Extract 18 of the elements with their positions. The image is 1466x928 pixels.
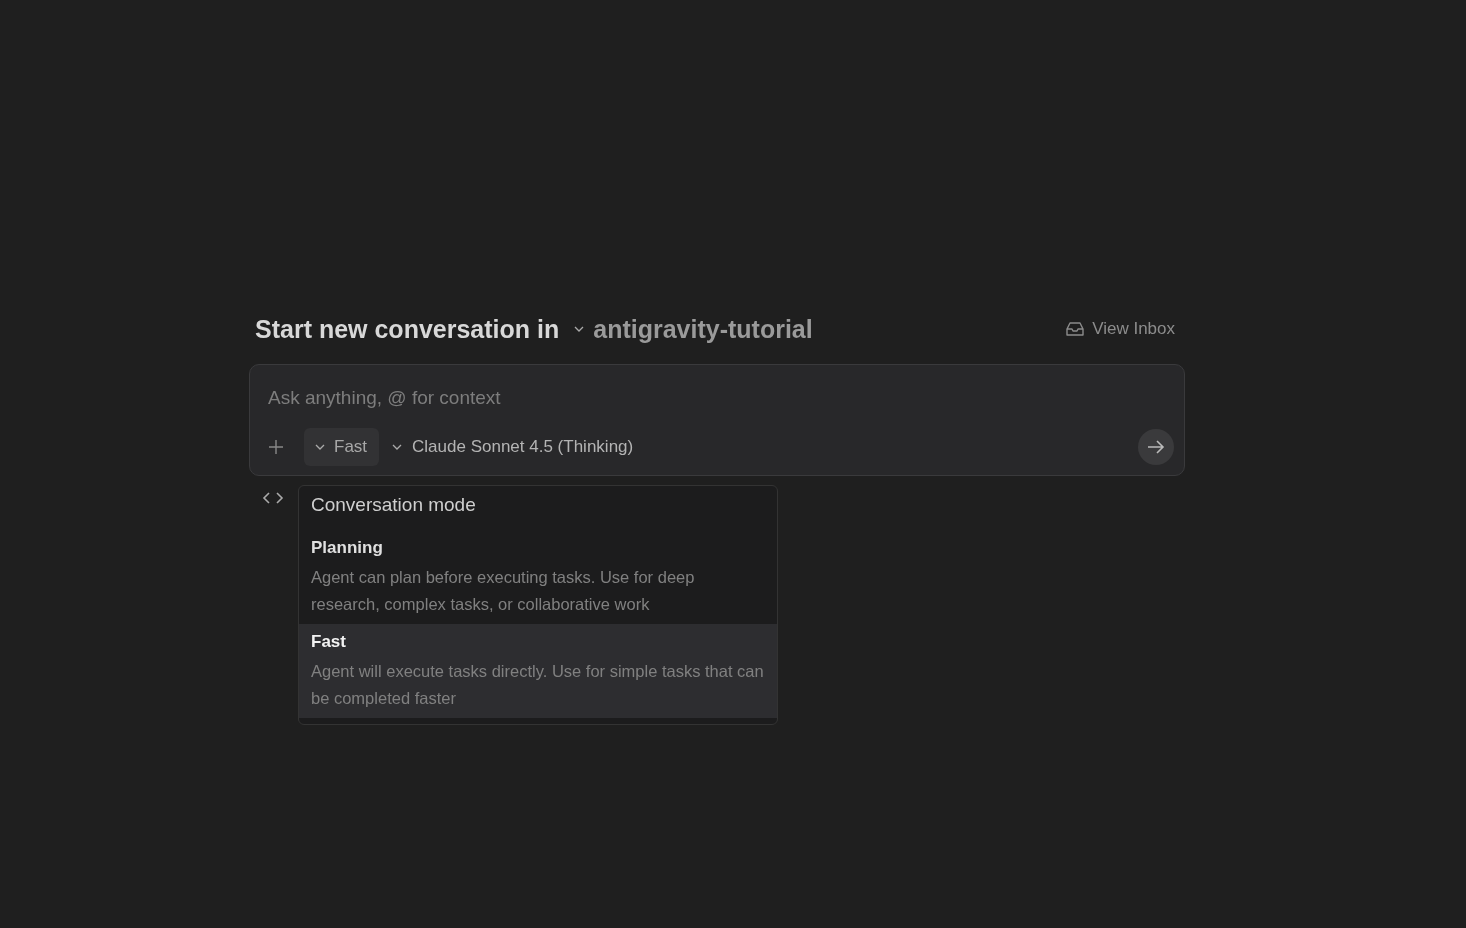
heading: Start new conversation in [255,314,560,344]
mode-option[interactable]: Planning Agent can plan before executing tasks. Use for deep research, complex tasks, or collaborative work [299,530,777,624]
option-description: Agent can plan before executing tasks. Use for deep research, complex tasks, or collaborative work [311,567,696,615]
plus-icon[interactable] [268,439,284,455]
send-button[interactable] [1138,429,1174,465]
option-name: Fast [311,632,347,652]
model-dropdown[interactable]: Claude Sonnet 4.5 (Thinking) [385,437,640,457]
arrow-right-icon [1147,439,1165,455]
code-icon[interactable] [261,490,285,506]
view-inbox-button[interactable]: View Inbox [1065,319,1175,339]
menu-title: Conversation mode [311,494,477,516]
prompt-field[interactable]: Ask anything, @ for context [268,387,1174,409]
workspace-dropdown[interactable]: antigravity-tutorial [573,314,813,344]
inbox-icon [1065,321,1086,337]
option-description: Agent will execute tasks directly. Use for simple tasks that can be completed faster [311,661,765,709]
mode-dropdown[interactable]: Fast [304,428,380,466]
option-name: Planning [311,538,384,558]
mode-option[interactable]: Fast Agent will execute tasks directly. Use for simple tasks that can be completed faster [299,624,777,718]
